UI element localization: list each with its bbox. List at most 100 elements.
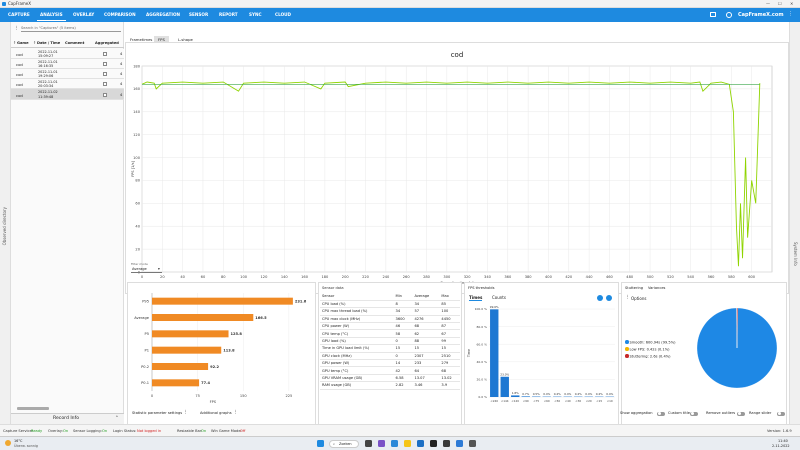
tab-analysis[interactable]: ANALYSIS [37, 11, 66, 21]
x-tick-label: 160 [301, 275, 309, 279]
close-icon[interactable]: ✕ [790, 1, 793, 6]
range-slider-toggle[interactable] [777, 411, 785, 416]
bar [152, 379, 200, 387]
row-date: 2022-11-02 [38, 89, 58, 94]
minimize-icon[interactable]: — [766, 1, 770, 6]
tab-capture[interactable]: CAPTURE [5, 11, 33, 21]
table-cell: 13.02 [439, 374, 460, 383]
menu-icon[interactable]: ⋮ [14, 26, 19, 31]
record-info-bar[interactable]: Record Info ⌃ [11, 413, 124, 424]
explorer-icon[interactable] [404, 440, 411, 447]
category-label: <120 [511, 399, 519, 403]
refresh-icon[interactable] [597, 295, 603, 301]
menu-icon[interactable]: ⋮ [233, 410, 238, 415]
table-cell: 8 [393, 300, 413, 309]
observed-directory-label[interactable]: Observed directory [2, 207, 7, 245]
menu-icon[interactable]: ⋮ [183, 410, 188, 415]
search-placeholder: Search in "Captures" (5 items) [21, 26, 76, 30]
windows-taskbar: 16°C Überw. sonnig ⌕ Zoeken 11:40 2-11-2… [0, 436, 800, 450]
chevron-up-icon[interactable]: ⌃ [115, 416, 119, 421]
show-aggregation-toggle[interactable] [657, 411, 665, 416]
list-item[interactable]: cod 2022-11-01 15:09:27 4 [11, 49, 124, 59]
tab-sensor[interactable]: SENSOR [186, 11, 211, 21]
sort-arrow-icon[interactable]: ↑ [13, 41, 16, 45]
list-item-selected[interactable]: cod 2022-11-02 11:39:48 4 [11, 89, 124, 100]
list-item[interactable]: cod 2022-11-01 16:16:35 4 [11, 59, 124, 69]
col-date[interactable]: Date / Time [37, 41, 60, 45]
sensor-logging-value: On [102, 428, 108, 433]
tab-variances[interactable]: Variances [648, 286, 665, 290]
store-icon[interactable] [417, 440, 424, 447]
sort-arrow-icon[interactable]: ↑ [33, 41, 36, 45]
tab-stuttering[interactable]: Stuttering [625, 286, 643, 290]
aggregate-checkbox[interactable] [103, 72, 107, 76]
options-menu-icon[interactable]: ⋮ [625, 295, 630, 300]
bar [152, 346, 222, 354]
value-label: 77.4 [201, 381, 210, 385]
search-input[interactable]: Search in "Captures" (5 items) [21, 25, 121, 32]
app-icon[interactable] [469, 440, 476, 447]
weather-icon[interactable] [5, 440, 11, 446]
tab-report[interactable]: REPORT [216, 11, 241, 21]
login-status-value: Not logged in [137, 428, 162, 433]
table-cell: 64 [412, 366, 440, 375]
start-icon[interactable] [317, 440, 324, 447]
x-tick-label: 480 [626, 275, 634, 279]
x-tick-label: 420 [565, 275, 573, 279]
tab-times[interactable]: Times [469, 295, 483, 301]
swap-icon[interactable] [606, 295, 612, 301]
col-comment[interactable]: Comment [65, 41, 84, 45]
table-cell: 2307 [412, 352, 440, 361]
screenshot-icon[interactable] [710, 12, 716, 17]
aggregate-checkbox[interactable] [103, 82, 107, 86]
edge-icon[interactable] [391, 440, 398, 447]
taskbar-search[interactable]: ⌕ Zoeken [329, 439, 359, 448]
chat-icon[interactable] [378, 440, 385, 447]
app-icon[interactable] [430, 440, 437, 447]
statistic-settings-label[interactable]: Statistic parameter settings [132, 411, 182, 415]
x-tick-label: 400 [545, 275, 553, 279]
row-game: cod [16, 72, 23, 77]
app-icon[interactable] [443, 440, 450, 447]
x-tick-label: 120 [261, 275, 269, 279]
list-item[interactable]: cod 2022-11-01 20:03:34 4 [11, 79, 124, 89]
sensor-table: Sensor Min Average Max CPU load (%) 8 34 85… [320, 293, 460, 390]
filter-mode-select[interactable]: Average ▾ [131, 266, 162, 273]
maximize-icon[interactable]: ☐ [778, 1, 782, 6]
aggregate-checkbox[interactable] [103, 62, 107, 66]
legend-lowfps: Low FPS: 0.42s (0.1%) [625, 347, 676, 354]
capframex-icon[interactable] [456, 440, 463, 447]
brand-link[interactable]: CapFrameX.com [738, 12, 784, 18]
table-cell: 6.58 [393, 374, 413, 383]
remove-outliers-toggle[interactable] [737, 411, 745, 416]
aggregate-checkbox[interactable] [103, 92, 107, 97]
tab-cloud[interactable]: CLOUD [272, 11, 294, 21]
list-item[interactable]: cod 2022-11-01 19:29:06 4 [11, 69, 124, 79]
aggregate-checkbox[interactable] [103, 52, 107, 56]
tab-sync[interactable]: SYNC [246, 11, 265, 21]
logo-icon [726, 11, 732, 18]
more-icon[interactable]: ⋮ [788, 11, 793, 17]
row-date: 2022-11-01 [38, 69, 58, 74]
custom-title-toggle[interactable] [690, 411, 698, 416]
table-cell: 3.46 [412, 381, 440, 390]
thresholds-bar-chart: 100.0 % 80.0 % 60.0 % 40.0 % 20.0 % 0.0 % Time… [467, 305, 615, 403]
value-label: 0.4% [543, 392, 550, 396]
tab-aggregation[interactable]: AGGREGATION [143, 11, 183, 21]
game-mode-label: Win Game Mode: [211, 428, 242, 433]
tab-counts[interactable]: Counts [492, 295, 506, 300]
options-label[interactable]: Options [631, 296, 646, 301]
y-tick-label: 120 [133, 133, 141, 137]
table-row: GPU power (W) 14 233 279 [320, 359, 460, 368]
table-row: GPU load (%) 0 88 99 [320, 337, 460, 346]
value-label: 99.6% [490, 305, 499, 309]
additional-graphs-label[interactable]: Additional graphs [200, 411, 232, 415]
tab-comparison[interactable]: COMPARISON [101, 11, 139, 21]
col-game[interactable]: Game [17, 41, 29, 45]
system-info-label[interactable]: System Info [793, 242, 798, 266]
horizontal-scrollbar[interactable] [17, 407, 49, 410]
col-aggregated[interactable]: Aggregated [95, 41, 119, 45]
x-tick-label: 440 [586, 275, 594, 279]
task-view-icon[interactable] [365, 440, 372, 447]
tab-overlay[interactable]: OVERLAY [70, 11, 97, 21]
